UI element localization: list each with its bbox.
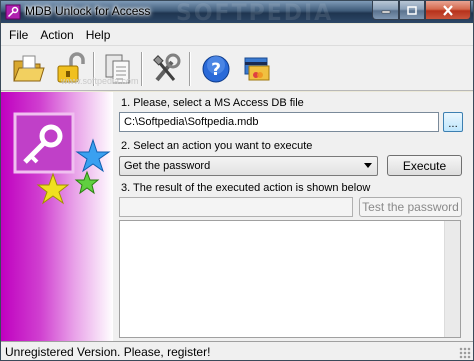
title-bar[interactable]: SOFTPEDIA MDB Unlock for Access xyxy=(1,1,473,26)
side-banner xyxy=(1,92,113,341)
toolbar: ? www.softpedia.com xyxy=(1,45,473,91)
file-path-input[interactable]: C:\Softpedia\Softpedia.mdb xyxy=(119,112,439,132)
action-select-value: Get the password xyxy=(124,160,211,172)
menu-file[interactable]: File xyxy=(1,28,34,42)
svg-text:?: ? xyxy=(211,60,221,80)
title-watermark: SOFTPEDIA xyxy=(176,1,334,26)
menu-bar: File Action Help xyxy=(1,24,473,45)
help-icon: ? xyxy=(202,55,230,83)
resize-grip[interactable] xyxy=(459,347,471,359)
app-key-icon xyxy=(5,4,21,20)
maximize-icon xyxy=(407,5,417,15)
register-card-icon xyxy=(244,57,270,81)
browse-button[interactable]: ... xyxy=(443,112,463,132)
help-button[interactable]: ? xyxy=(197,50,235,88)
action-select[interactable]: Get the password xyxy=(119,156,378,176)
minimize-icon xyxy=(381,10,390,14)
tools-button[interactable] xyxy=(147,50,185,88)
execute-button[interactable]: Execute xyxy=(387,155,462,176)
maximize-button[interactable] xyxy=(399,1,425,20)
toolbar-watermark: www.softpedia.com xyxy=(61,76,139,86)
app-window: SOFTPEDIA MDB Unlock for Access File Act… xyxy=(0,0,474,361)
result-field[interactable] xyxy=(119,197,353,217)
tools-icon xyxy=(153,53,181,82)
step3-label: 3. The result of the executed action is … xyxy=(121,182,371,194)
menu-action[interactable]: Action xyxy=(34,28,79,42)
register-button[interactable] xyxy=(237,50,275,88)
status-text: Unregistered Version. Please, register! xyxy=(5,345,211,359)
test-password-button[interactable]: Test the password xyxy=(359,197,462,217)
toolbar-separator xyxy=(141,52,143,86)
step1-label: 1. Please, select a MS Access DB file xyxy=(121,97,304,109)
chevron-down-icon xyxy=(364,163,372,168)
result-log[interactable] xyxy=(119,220,461,338)
open-file-button[interactable] xyxy=(9,50,47,88)
scrollbar[interactable] xyxy=(444,221,460,337)
key-stars-logo xyxy=(13,112,111,205)
open-folder-icon xyxy=(13,55,45,82)
close-icon xyxy=(443,4,453,16)
minimize-button[interactable] xyxy=(372,1,399,20)
menu-help[interactable]: Help xyxy=(80,28,117,42)
close-button[interactable] xyxy=(425,1,471,20)
main-panel: 1. Please, select a MS Access DB file C:… xyxy=(113,92,473,341)
step2-label: 2. Select an action you want to execute xyxy=(121,140,313,152)
status-bar: Unregistered Version. Please, register! xyxy=(1,341,473,360)
window-title: MDB Unlock for Access xyxy=(25,4,151,18)
toolbar-separator xyxy=(189,52,191,86)
